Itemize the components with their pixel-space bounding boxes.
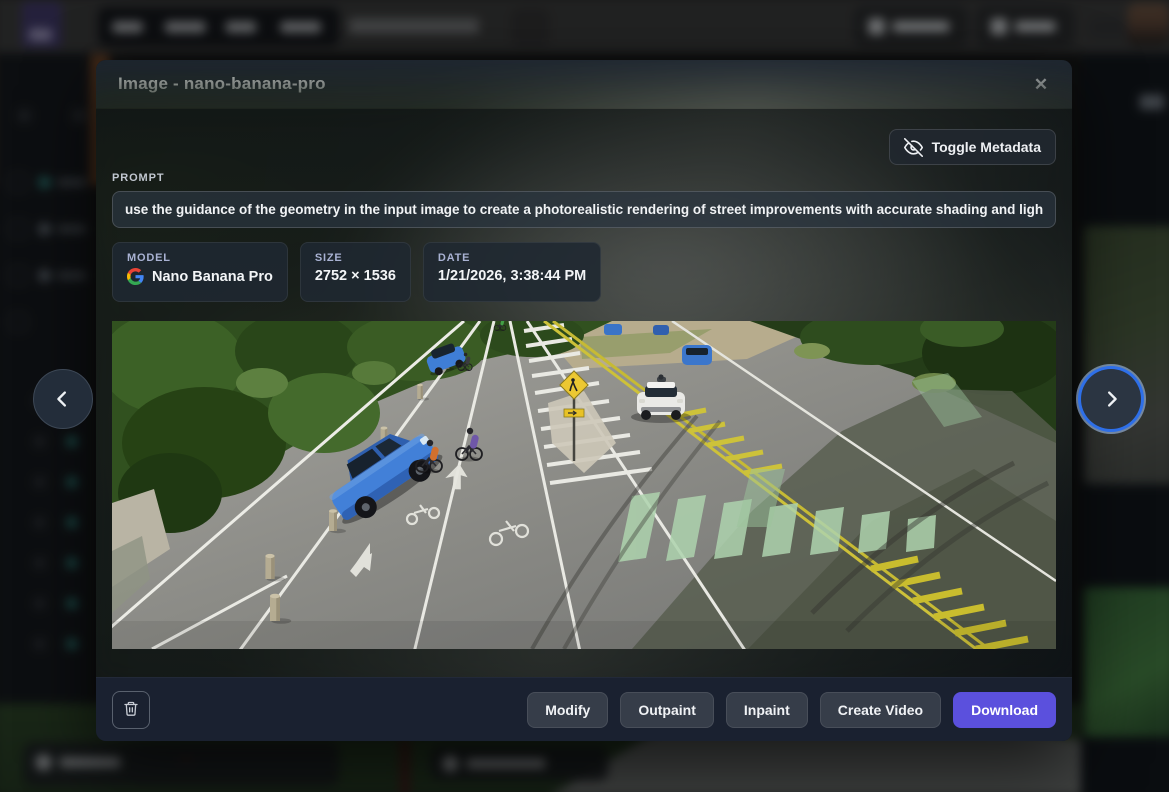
prompt-input[interactable] <box>112 191 1056 228</box>
trash-icon <box>123 700 139 720</box>
create-video-button[interactable]: Create Video <box>820 692 941 728</box>
metadata-cards: MODEL Nano Banana Pro <box>112 242 1056 302</box>
inpaint-button[interactable]: Inpaint <box>726 692 808 728</box>
date-card: DATE 1/21/2026, 3:38:44 PM <box>423 242 601 302</box>
chevron-left-icon <box>52 388 74 410</box>
size-label: SIZE <box>315 252 396 264</box>
toggle-metadata-label: Toggle Metadata <box>932 139 1041 155</box>
model-label: MODEL <box>127 252 273 264</box>
size-card: SIZE 2752 × 1536 <box>300 242 411 302</box>
generated-image-preview <box>112 321 1056 649</box>
eye-off-icon <box>904 138 923 157</box>
chevron-right-icon <box>1100 388 1122 410</box>
modal-body: Toggle Metadata PROMPT MODEL <box>96 109 1072 677</box>
size-value: 2752 × 1536 <box>315 268 396 284</box>
model-value: Nano Banana Pro <box>152 269 273 285</box>
google-logo-icon <box>127 268 144 285</box>
previous-image-button[interactable] <box>33 369 93 429</box>
delete-button[interactable] <box>112 691 150 729</box>
modify-button[interactable]: Modify <box>527 692 608 728</box>
outpaint-button[interactable]: Outpaint <box>620 692 714 728</box>
download-button[interactable]: Download <box>953 692 1056 728</box>
model-card: MODEL Nano Banana Pro <box>112 242 288 302</box>
date-value: 1/21/2026, 3:38:44 PM <box>438 268 586 284</box>
image-detail-modal: Image - nano-banana-pro ✕ <box>96 60 1072 741</box>
modal-footer: Modify Outpaint Inpaint Create Video Dow… <box>96 677 1072 741</box>
toggle-metadata-button[interactable]: Toggle Metadata <box>889 129 1056 165</box>
prompt-label: PROMPT <box>112 172 1056 184</box>
date-label: DATE <box>438 252 586 264</box>
screen: Image - nano-banana-pro ✕ <box>0 0 1169 792</box>
next-image-button[interactable] <box>1081 369 1141 429</box>
